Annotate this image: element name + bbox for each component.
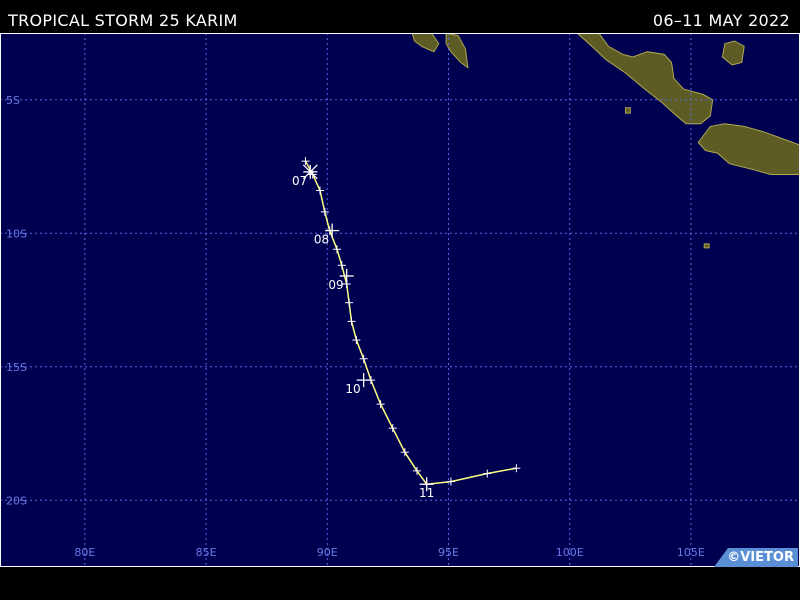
day-label: 11 — [419, 486, 434, 500]
header-bar: TROPICAL STORM 25 KARIM 06–11 MAY 2022 — [0, 0, 800, 33]
longitude-label: 80E — [74, 546, 95, 559]
latitude-label: 20S — [6, 494, 27, 507]
map-frame: 0708091011 80E85E90E95E100E105E110E5S10S… — [0, 32, 800, 567]
longitude-label: 105E — [677, 546, 705, 559]
storm-title: TROPICAL STORM 25 KARIM — [8, 11, 238, 30]
day-label: 10 — [345, 382, 360, 396]
latitude-label: 5S — [6, 94, 20, 107]
land-christmas-island — [703, 243, 710, 249]
day-label: 07 — [292, 174, 307, 188]
longitude-label: 100E — [556, 546, 584, 559]
latitude-label: 10S — [6, 227, 27, 240]
longitude-label: 85E — [196, 546, 217, 559]
credit-text: ©VIETOR — [727, 550, 794, 565]
longitude-label: 90E — [317, 546, 338, 559]
footer-bar — [0, 567, 800, 600]
longitude-label: 95E — [438, 546, 459, 559]
latitude-label: 15S — [6, 361, 27, 374]
date-range: 06–11 MAY 2022 — [652, 11, 790, 30]
land-enggano — [625, 107, 631, 114]
storm-track-map: 0708091011 80E85E90E95E100E105E110E5S10S… — [0, 32, 800, 567]
credit-badge: ©VIETOR — [714, 548, 798, 567]
day-label: 09 — [328, 278, 343, 292]
day-label: 08 — [314, 233, 329, 247]
